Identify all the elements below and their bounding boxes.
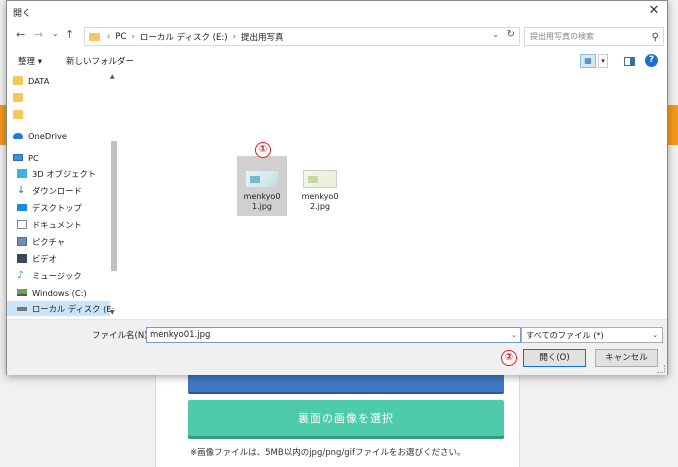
breadcrumb-separator: › [131,31,135,42]
picture-icon [17,237,27,246]
breadcrumb-local-disk[interactable]: ローカル ディスク (E:) [140,31,228,43]
filename-input[interactable]: menkyo01.jpg ⌄ [146,327,521,343]
up-arrow-icon[interactable]: ↑ [65,28,74,41]
view-mode-icon[interactable]: ▦ [580,54,596,68]
file-name-label: menkyo02.jpg [301,192,339,211]
nav-item-label: ミュージック [32,270,82,281]
download-icon: ↓ [17,185,26,196]
nav-item-pictures[interactable]: ピクチャ [17,234,65,249]
close-icon[interactable]: ✕ [645,3,663,19]
search-icon: ⚲ [651,32,659,43]
scroll-up-icon[interactable]: ▲ [110,73,115,80]
filename-value: menkyo01.jpg [150,330,211,340]
nav-scrollbar-thumb[interactable] [111,141,117,271]
folder-icon [89,32,100,41]
new-folder-button[interactable]: 新しいフォルダー [66,55,134,67]
nav-item-videos[interactable]: ビデオ [17,251,57,266]
back-arrow-icon[interactable]: ← [16,28,25,41]
search-input[interactable]: 提出用写真の検索 ⚲ [524,27,664,46]
scroll-down-icon[interactable]: ▼ [110,309,115,316]
address-bar[interactable]: › PC › ローカル ディスク (E:) › 提出用写真 ⌄ ↻ [84,27,520,46]
title-bar: 開く [7,1,667,23]
breadcrumb-separator: › [107,31,111,42]
organize-button[interactable]: 整理 ▾ [18,55,42,67]
breadcrumb-separator: › [232,31,236,42]
resize-grip-icon[interactable] [657,365,665,373]
cloud-icon [13,132,23,139]
folder-icon [13,76,23,85]
nav-item-music[interactable]: ♪ ミュージック [17,268,82,283]
nav-item-onedrive[interactable]: OneDrive [13,128,67,143]
navigation-pane: DATA OneDrive PC 3D オブジェクト ↓ ダウンロード デスクトッ… [7,72,117,317]
search-placeholder: 提出用写真の検索 [530,32,594,41]
help-icon[interactable]: ? [645,54,658,67]
nav-item-label: ビデオ [32,253,57,264]
address-dropdown-icon[interactable]: ⌄ [492,30,499,39]
nav-item-label: デスクトップ [32,202,82,213]
nav-item-folder[interactable] [13,90,28,105]
breadcrumb-pc[interactable]: PC [115,32,126,42]
nav-item-local-disk-e[interactable]: ローカル ディスク (E: [7,301,114,316]
nav-item-desktop[interactable]: デスクトップ [17,200,82,215]
file-list: menkyo01.jpg menkyo02.jpg ① [119,72,665,317]
cancel-button[interactable]: キャンセル [595,349,658,367]
chevron-down-icon[interactable]: ⌄ [511,328,517,342]
refresh-icon[interactable]: ↻ [507,29,515,40]
nav-item-windows-c[interactable]: Windows (C:) [17,285,87,300]
nav-item-data[interactable]: DATA [13,73,49,88]
desktop-icon [17,204,27,211]
image-thumbnail [303,170,337,188]
drive-icon [17,306,27,311]
nav-item-label: PC [28,152,39,163]
preview-pane-icon[interactable] [624,57,635,66]
step-marker-1: ① [255,142,271,158]
folder-icon [13,93,23,102]
recent-locations-icon[interactable]: ⌄ [52,29,59,38]
nav-item-label: Windows (C:) [32,287,87,298]
music-icon: ♪ [17,270,24,281]
filename-label: ファイル名(N): [92,331,151,341]
image-thumbnail [245,170,279,188]
nav-item-label: ダウンロード [32,185,82,196]
file-item-menkyo01[interactable]: menkyo01.jpg [237,156,287,216]
file-open-dialog: 開く ✕ ← → ⌄ ↑ › PC › ローカル ディスク (E:) › 提出用… [6,0,668,375]
step-marker-2: ② [501,350,517,366]
open-button[interactable]: 開く(O) [523,349,586,367]
nav-item-label: DATA [28,75,50,86]
dialog-title: 開く [13,8,32,19]
nav-item-pc[interactable]: PC [13,150,39,165]
nav-item-label: ローカル ディスク (E: [32,303,115,314]
video-icon [17,254,27,263]
document-icon [17,220,27,229]
filetype-value: すべてのファイル (*) [526,330,604,340]
breadcrumb-current-folder[interactable]: 提出用写真 [241,31,284,43]
folder-icon [13,110,23,119]
nav-item-label: ピクチャ [32,236,66,247]
back-image-select-button[interactable]: 裏面の画像を選択 [188,400,504,436]
cube-icon [17,169,27,178]
nav-item-3d-objects[interactable]: 3D オブジェクト [17,166,96,181]
file-item-menkyo02[interactable]: menkyo02.jpg [295,156,345,216]
forward-arrow-icon[interactable]: → [34,28,43,41]
nav-item-label: 3D オブジェクト [32,168,97,179]
nav-item-folder[interactable] [13,107,28,122]
windows-drive-icon [17,289,27,296]
dialog-footer: ファイル名(N): menkyo01.jpg ⌄ すべてのファイル (*) ⌄ … [7,319,667,375]
filetype-select[interactable]: すべてのファイル (*) ⌄ [521,327,663,343]
nav-item-label: ドキュメント [32,219,82,230]
address-row: ← → ⌄ ↑ › PC › ローカル ディスク (E:) › 提出用写真 ⌄ … [7,25,667,47]
pc-icon [13,154,23,161]
view-dropdown-icon[interactable]: ▾ [598,54,608,68]
nav-item-documents[interactable]: ドキュメント [17,217,82,232]
nav-item-label: OneDrive [28,130,68,141]
chevron-down-icon[interactable]: ⌄ [652,328,658,342]
command-bar: 整理 ▾ 新しいフォルダー ▦ ▾ ? [7,51,667,71]
nav-item-downloads[interactable]: ↓ ダウンロード [17,183,82,198]
file-name-label: menkyo01.jpg [243,192,281,211]
file-requirements-note: ※画像ファイルは、5MB以内のjpg/png/gifファイルをお選びください。 [190,448,466,458]
